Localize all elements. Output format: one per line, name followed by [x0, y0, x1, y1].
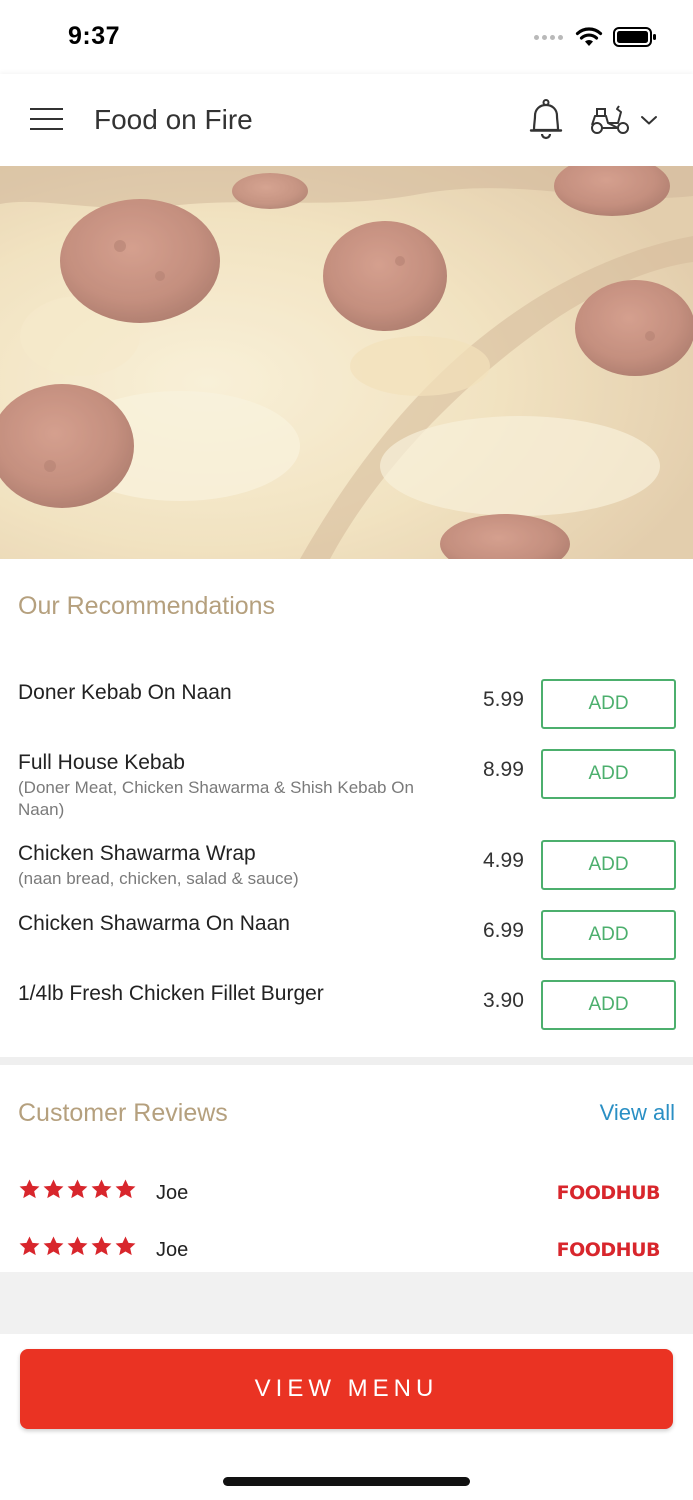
recommendations-title: Our Recommendations	[18, 592, 276, 620]
star-icon	[115, 1236, 136, 1256]
item-name: 1/4lb Fresh Chicken Fillet Burger	[18, 982, 324, 1005]
review-row: Joe FOODHUB	[0, 1172, 693, 1212]
star-icon	[43, 1179, 64, 1199]
scooter-icon	[591, 105, 629, 134]
item-price: 6.99	[483, 919, 524, 942]
item-description: (Doner Meat, Chicken Shawarma & Shish Ke…	[18, 778, 414, 819]
delivery-mode-selector[interactable]	[588, 100, 672, 140]
chevron-down-icon	[641, 116, 657, 125]
star-icon	[19, 1236, 40, 1256]
item-name: Full House Kebab	[18, 751, 185, 774]
view-menu-button[interactable]: VIEW MENU	[20, 1349, 673, 1429]
reviewer-name: Joe	[156, 1239, 189, 1261]
star-rating	[18, 1235, 137, 1258]
add-button[interactable]: ADD	[541, 749, 676, 799]
status-time: 9:37	[68, 22, 121, 50]
item-price: 3.90	[483, 989, 524, 1012]
bottom-spacer	[0, 1272, 693, 1334]
section-divider	[0, 1057, 693, 1065]
item-name: Chicken Shawarma On Naan	[18, 912, 290, 935]
view-all-link[interactable]: View all	[600, 1100, 675, 1126]
star-icon	[43, 1236, 64, 1256]
status-bar: 9:37	[0, 0, 693, 72]
item-price: 4.99	[483, 849, 524, 872]
signal-dots-icon	[534, 34, 563, 40]
reviews-title: Customer Reviews	[18, 1099, 228, 1127]
star-icon	[67, 1236, 88, 1256]
bell-icon[interactable]	[526, 98, 566, 142]
item-price: 8.99	[483, 758, 524, 781]
star-icon	[91, 1179, 112, 1199]
home-indicator	[223, 1477, 470, 1486]
app-header: Food on Fire	[0, 74, 693, 166]
review-row: Joe FOODHUB	[0, 1229, 693, 1269]
add-button[interactable]: ADD	[541, 840, 676, 890]
star-icon	[67, 1179, 88, 1199]
foodhub-logo: FOODHUB	[556, 1239, 661, 1261]
reviewer-name: Joe	[156, 1182, 189, 1204]
item-description: (naan bread, chicken, salad & sauce)	[18, 869, 299, 888]
star-icon	[19, 1179, 40, 1199]
foodhub-logo: FOODHUB	[556, 1182, 661, 1204]
star-icon	[91, 1236, 112, 1256]
app-title: Food on Fire	[94, 104, 253, 135]
add-button[interactable]: ADD	[541, 679, 676, 729]
battery-icon	[613, 27, 656, 47]
add-button[interactable]: ADD	[541, 910, 676, 960]
item-price: 5.99	[483, 688, 524, 711]
star-icon	[115, 1179, 136, 1199]
hamburger-menu-icon[interactable]	[30, 108, 64, 132]
add-button[interactable]: ADD	[541, 980, 676, 1030]
wifi-icon	[575, 27, 603, 46]
hero-image	[0, 166, 693, 559]
status-icons	[534, 26, 657, 48]
item-name: Chicken Shawarma Wrap	[18, 842, 256, 865]
star-rating	[18, 1178, 137, 1201]
item-name: Doner Kebab On Naan	[18, 681, 232, 704]
